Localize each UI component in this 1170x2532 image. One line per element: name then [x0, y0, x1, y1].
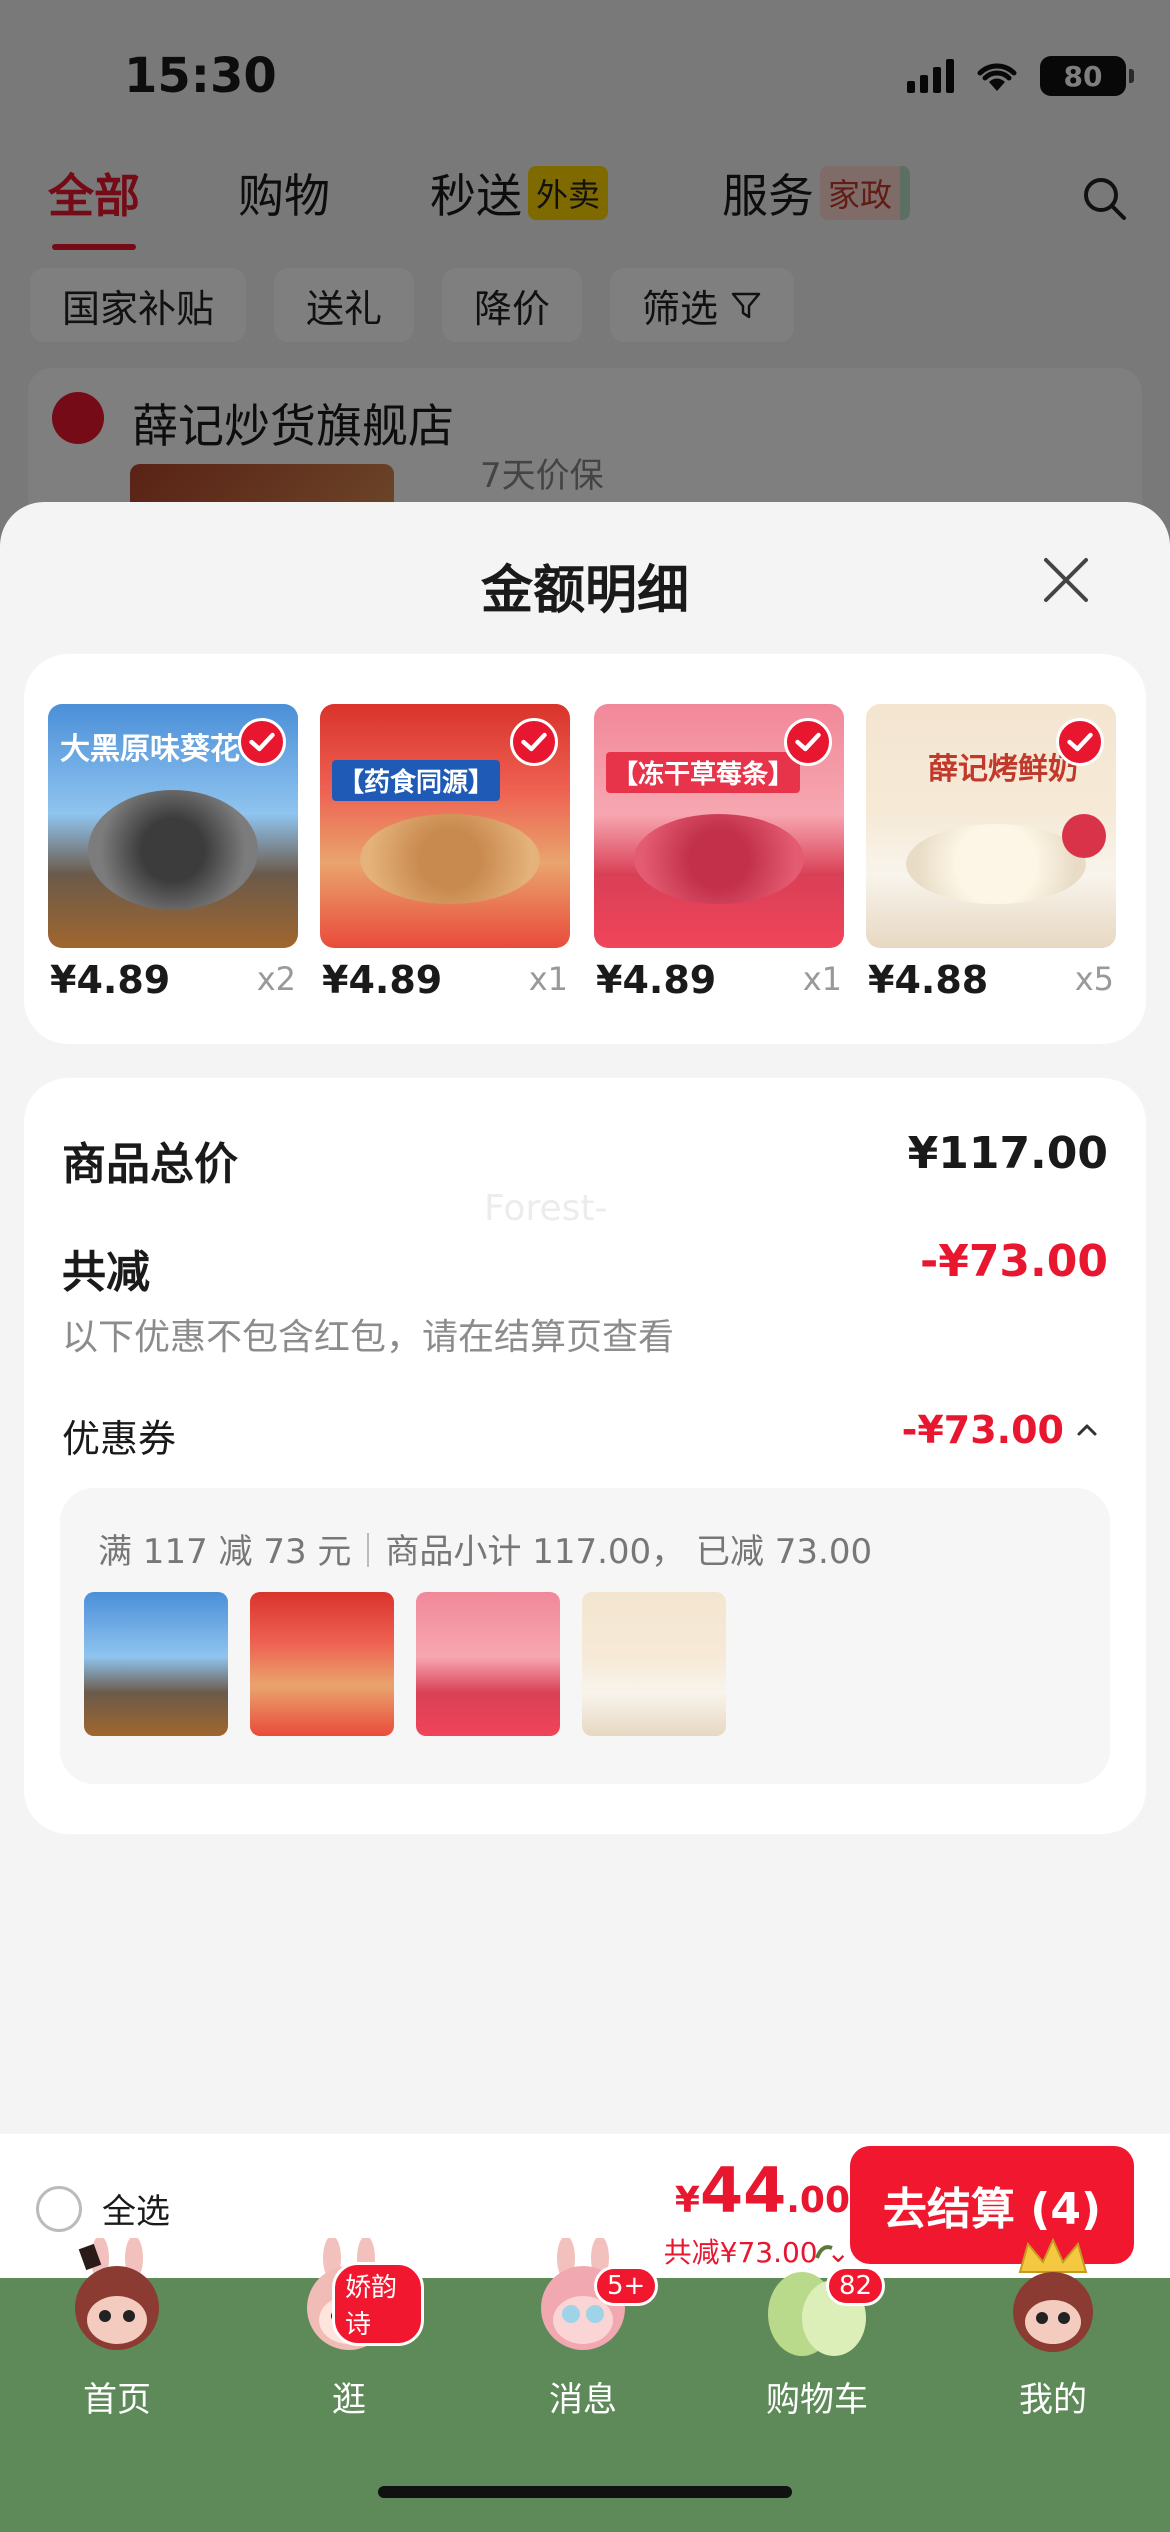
nav-explore-label: 逛	[332, 2380, 366, 2420]
product-item[interactable]: 大黑原味葵花 ¥4.89 x2	[48, 704, 298, 1002]
nav-explore[interactable]: 娇韵诗 逛	[274, 2238, 424, 2438]
product-image: 大黑原味葵花	[48, 704, 298, 948]
nav-messages-label: 消息	[549, 2380, 617, 2420]
nav-cart-badge: 82	[826, 2266, 886, 2306]
coupon-rule: 满 117 减 73 元	[98, 1532, 352, 1572]
product-item[interactable]: 【药食同源】 ¥4.89 x1	[320, 704, 570, 1002]
product-qty: x1	[528, 960, 568, 998]
product-price: ¥4.88	[868, 958, 989, 1002]
total-int: 44	[699, 2154, 787, 2227]
product-price: ¥4.89	[596, 958, 717, 1002]
goods-total-label: 商品总价	[62, 1139, 238, 1190]
discount-label: 共减	[62, 1247, 150, 1298]
divider	[367, 1533, 370, 1567]
mascot-profile-icon	[1013, 2238, 1093, 2352]
sheet-title: 金额明细	[480, 561, 689, 621]
coupon-label: 优惠券	[62, 1417, 177, 1461]
strawberry-shape	[634, 814, 804, 904]
snack-shape	[360, 814, 540, 904]
product-qty: x5	[1074, 960, 1114, 998]
product-list: 大黑原味葵花 ¥4.89 x2 【药食同源】 ¥4.89 x1 【冻干草莓条】 …	[24, 654, 1146, 1044]
total-currency: ¥	[674, 2180, 700, 2221]
total-price: ¥44.00	[664, 2154, 850, 2227]
mascot-home-icon	[75, 2238, 159, 2350]
product-qty: x2	[256, 960, 296, 998]
discount-note: 以下优惠不包含红包，请在结算页查看	[62, 1317, 675, 1358]
product-image-label: 大黑原味葵花	[60, 732, 240, 767]
check-icon	[784, 718, 832, 766]
product-qty: x1	[802, 960, 842, 998]
coupon-product-thumb	[250, 1592, 394, 1736]
nav-home-label: 首页	[83, 2380, 151, 2420]
amount-detail-sheet: 金额明细 大黑原味葵花 ¥4.89 x2 【药食同源】 ¥4.89 x1 【冻干…	[0, 502, 1170, 2134]
product-price: ¥4.89	[50, 958, 171, 1002]
product-price: ¥4.89	[322, 958, 443, 1002]
check-icon	[238, 718, 286, 766]
select-all-label: 全选	[102, 2192, 170, 2232]
strawberry-dot	[1062, 814, 1106, 858]
coupon-product-thumb	[84, 1592, 228, 1736]
product-item[interactable]: 【冻干草莓条】 ¥4.89 x1	[594, 704, 844, 1002]
product-image: 薛记烤鲜奶	[866, 704, 1116, 948]
nav-profile-label: 我的	[1019, 2380, 1087, 2420]
coupon-value: -¥73.00	[901, 1408, 1064, 1452]
home-indicator	[378, 2486, 792, 2498]
close-icon[interactable]	[1038, 552, 1094, 608]
product-image-label: 【药食同源】	[332, 760, 501, 801]
product-image-label: 【冻干草莓条】	[606, 752, 801, 793]
nav-cart[interactable]: 82 购物车	[742, 2245, 892, 2438]
select-all-radio[interactable]	[36, 2185, 82, 2232]
coupon-toggle[interactable]: -¥73.00	[902, 1408, 1100, 1452]
chevron-up-icon	[1077, 1424, 1097, 1436]
product-image: 【冻干草莓条】	[594, 704, 844, 948]
coupon-detail-box: 满 117 减 73 元商品小计 117.00， 已减 73.00	[60, 1488, 1110, 1784]
product-image-label: 薛记烤鲜奶	[928, 752, 1078, 787]
coupon-product-thumb	[582, 1592, 726, 1736]
discount-value: -¥73.00	[919, 1236, 1108, 1287]
check-icon	[1056, 718, 1104, 766]
coupon-detail: 商品小计 117.00， 已减 73.00	[385, 1532, 873, 1572]
watermark: Forest-	[484, 1188, 608, 1229]
goods-total-value: ¥117.00	[907, 1128, 1108, 1179]
product-item[interactable]: 薛记烤鲜奶 ¥4.88 x5	[866, 704, 1116, 1002]
check-icon	[510, 718, 558, 766]
coupon-product-thumb	[416, 1592, 560, 1736]
total-dec: .00	[786, 2180, 850, 2221]
price-detail-card: 商品总价 ¥117.00 Forest- 共减 -¥73.00 以下优惠不包含红…	[24, 1078, 1146, 1834]
coupon-desc: 满 117 减 73 元商品小计 117.00， 已减 73.00	[98, 1524, 872, 1573]
nav-cart-label: 购物车	[766, 2380, 868, 2420]
nav-profile[interactable]: 我的	[978, 2238, 1128, 2438]
nav-home[interactable]: 首页	[42, 2238, 192, 2438]
milk-snack-shape	[906, 824, 1086, 904]
nav-explore-badge: 娇韵诗	[332, 2262, 424, 2346]
product-image: 【药食同源】	[320, 704, 570, 948]
select-all[interactable]: 全选	[36, 2184, 170, 2233]
nav-messages[interactable]: 5+ 消息	[508, 2238, 659, 2438]
sunflower-seeds-shape	[88, 790, 258, 910]
nav-messages-badge: 5+	[594, 2266, 659, 2306]
